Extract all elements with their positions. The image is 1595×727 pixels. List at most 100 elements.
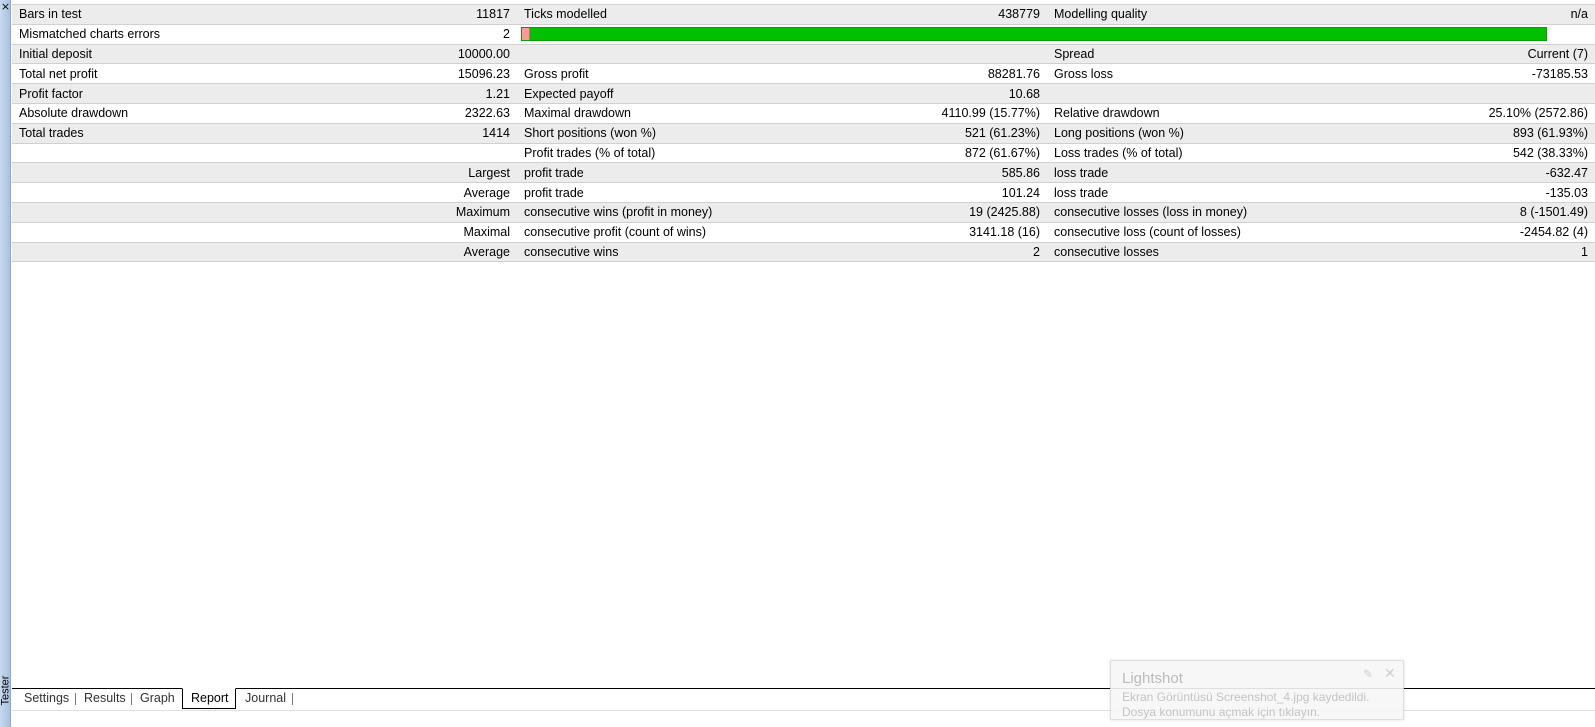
tab-separator (292, 693, 293, 705)
value-right: 893 (61.93%) (1317, 123, 1595, 144)
tab-journal[interactable]: Journal (241, 689, 290, 709)
value-left: Average (272, 242, 517, 263)
value-left: 2322.63 (272, 103, 517, 124)
label-left (12, 143, 272, 164)
value-mid: 10.68 (782, 83, 1047, 104)
tab-results[interactable]: Results (80, 689, 130, 709)
value-mid: 101.24 (782, 182, 1047, 203)
value-mid: 438779 (782, 4, 1047, 25)
value-left: Average (272, 182, 517, 203)
report-row: Total net profit 15096.23 Gross profit 8828… (12, 63, 1595, 85)
label-mid: Gross profit (517, 63, 782, 85)
value-mid (782, 44, 1047, 65)
tester-side-strip (0, 0, 11, 727)
notification-title: Lightshot (1122, 670, 1183, 687)
label-left: Mismatched charts errors (12, 24, 272, 45)
label-mid: consecutive wins (517, 242, 782, 263)
tab-report[interactable]: Report (182, 688, 236, 709)
label-right: loss trade (1047, 182, 1317, 203)
label-left: Profit factor (12, 83, 272, 104)
modelling-quality-cell (517, 24, 1595, 45)
label-right: loss trade (1047, 162, 1317, 184)
label-mid: Expected payoff (517, 83, 782, 104)
lightshot-notification[interactable]: Lightshot ✎ ✕ Ekran Görüntüsü Screenshot… (1110, 660, 1404, 720)
label-right: Loss trades (% of total) (1047, 143, 1317, 164)
value-left: 2 (272, 24, 517, 45)
value-mid: 521 (61.23%) (782, 123, 1047, 144)
label-mid: consecutive wins (profit in money) (517, 202, 782, 223)
value-mid: 88281.76 (782, 63, 1047, 85)
value-right: -632.47 (1317, 162, 1595, 184)
value-left: 15096.23 (272, 63, 517, 85)
value-right (1317, 83, 1595, 104)
close-icon[interactable]: ✕ (1384, 665, 1396, 682)
label-right: Spread (1047, 44, 1317, 65)
value-left: Largest (272, 162, 517, 184)
report-row: Bars in test 11817 Ticks modelled 438779 Mod… (12, 4, 1595, 25)
value-right: 542 (38.33%) (1317, 143, 1595, 164)
label-right (1047, 83, 1317, 104)
label-right: consecutive losses (loss in money) (1047, 202, 1317, 223)
report-row: Total trades 1414 Short positions (won %) 5… (12, 123, 1595, 144)
value-mid: 3141.18 (16) (782, 222, 1047, 243)
mismatch-segment (522, 28, 531, 41)
tab-separator (131, 693, 132, 705)
label-left: Absolute drawdown (12, 103, 272, 124)
value-right: 8 (-1501.49) (1317, 202, 1595, 223)
label-left (12, 202, 272, 223)
label-right: Relative drawdown (1047, 103, 1317, 124)
report-row: Absolute drawdown 2322.63 Maximal drawdown… (12, 103, 1595, 124)
label-mid: consecutive profit (count of wins) (517, 222, 782, 243)
report-row: Largest profit trade 585.86 loss trade -632.… (12, 162, 1595, 184)
report-table: Bars in test 11817 Ticks modelled 438779 Mod… (12, 4, 1595, 263)
value-left: Maximum (272, 202, 517, 223)
label-right: Gross loss (1047, 63, 1317, 85)
value-right: n/a (1317, 4, 1595, 25)
report-row: Average profit trade 101.24 loss trade -135.… (12, 182, 1595, 203)
value-mid: 4110.99 (15.77%) (782, 103, 1047, 124)
label-left (12, 242, 272, 263)
value-right: -135.03 (1317, 182, 1595, 203)
value-left: 1414 (272, 123, 517, 144)
pin-icon[interactable]: ✎ (1363, 667, 1373, 681)
tester-side-label: Tester (0, 675, 12, 706)
notification-message: Ekran Görüntüsü Screenshot_4.jpg kaydedi… (1122, 690, 1370, 719)
value-mid: 19 (2425.88) (782, 202, 1047, 223)
tab-graph[interactable]: Graph (136, 689, 179, 709)
value-left: 10000.00 (272, 44, 517, 65)
report-row: Maximal consecutive profit (count of wins… (12, 222, 1595, 243)
value-mid: 2 (782, 242, 1047, 263)
value-left: Maximal (272, 222, 517, 243)
value-right: 25.10% (2572.86) (1317, 103, 1595, 124)
value-right: 1 (1317, 242, 1595, 263)
label-left: Total trades (12, 123, 272, 144)
value-mid: 585.86 (782, 162, 1047, 184)
label-mid (517, 44, 782, 65)
label-mid: profit trade (517, 182, 782, 203)
label-mid: profit trade (517, 162, 782, 184)
label-right: consecutive loss (count of losses) (1047, 222, 1317, 243)
label-mid: Short positions (won %) (517, 123, 782, 144)
report-row: Maximum consecutive wins (profit in money… (12, 202, 1595, 223)
value-left: 11817 (272, 4, 517, 25)
label-left: Total net profit (12, 63, 272, 85)
label-mid: Ticks modelled (517, 4, 782, 25)
label-left (12, 182, 272, 203)
report-row: Profit factor 1.21 Expected payoff 10.68 (12, 83, 1595, 104)
label-right: consecutive losses (1047, 242, 1317, 263)
close-icon[interactable]: × (0, 0, 11, 14)
value-right: Current (7) (1317, 44, 1595, 65)
report-row: Initial deposit 10000.00 Spread Current (7) (12, 44, 1595, 65)
label-right: Long positions (won %) (1047, 123, 1317, 144)
value-right: -2454.82 (4) (1317, 222, 1595, 243)
report-row: Mismatched charts errors 2 (12, 24, 1595, 45)
value-mid: 872 (61.67%) (782, 143, 1047, 164)
label-mid: Maximal drawdown (517, 103, 782, 124)
modelling-quality-bar (521, 27, 1547, 42)
label-left (12, 222, 272, 243)
label-left (12, 162, 272, 184)
tab-settings[interactable]: Settings (20, 689, 73, 709)
label-right: Modelling quality (1047, 4, 1317, 25)
value-left (272, 143, 517, 164)
label-mid: Profit trades (% of total) (517, 143, 782, 164)
